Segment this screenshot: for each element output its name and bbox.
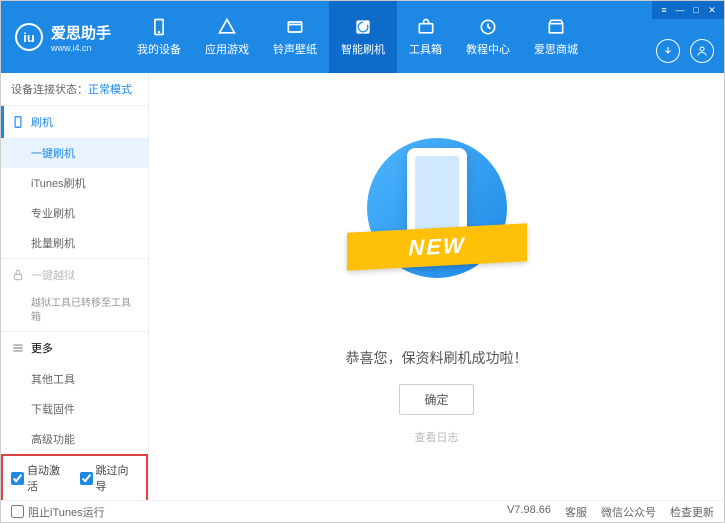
book-icon <box>478 17 498 37</box>
sidebar-section-jailbreak[interactable]: 一键越狱 <box>1 259 148 291</box>
lock-icon <box>11 268 25 282</box>
checkbox-label: 跳过向导 <box>96 462 139 494</box>
footer: 阻止iTunes运行 V7.98.66 客服 微信公众号 检查更新 <box>1 500 724 522</box>
sidebar: 设备连接状态：正常模式 刷机 一键刷机 iTunes刷机 专业刷机 批量刷机 一… <box>1 73 149 500</box>
nav-apps[interactable]: 应用游戏 <box>193 1 261 73</box>
sidebar-item-advanced[interactable]: 高级功能 <box>1 424 148 454</box>
view-log-link[interactable]: 查看日志 <box>415 429 459 445</box>
download-icon <box>662 45 674 57</box>
sidebar-item-itunes-flash[interactable]: iTunes刷机 <box>1 168 148 198</box>
nav-label: 应用游戏 <box>205 41 249 57</box>
logo-icon: iu <box>15 23 43 51</box>
ok-button[interactable]: 确定 <box>399 384 473 415</box>
app-header: iu 爱思助手 www.i4.cn 我的设备 应用游戏 铃声壁纸 智能刷机 工具… <box>1 1 724 73</box>
nav-toolbox[interactable]: 工具箱 <box>397 1 454 73</box>
version-label: V7.98.66 <box>507 504 551 520</box>
folder-icon <box>285 17 305 37</box>
sidebar-item-pro-flash[interactable]: 专业刷机 <box>1 198 148 228</box>
main-content: NEW 恭喜您，保资料刷机成功啦！ 确定 查看日志 <box>149 73 724 500</box>
nav-label: 工具箱 <box>409 41 442 57</box>
section-title: 刷机 <box>31 114 53 130</box>
checkbox-label: 自动激活 <box>27 462 70 494</box>
header-actions <box>656 39 714 63</box>
nav-label: 铃声壁纸 <box>273 41 317 57</box>
nav-tutorials[interactable]: 教程中心 <box>454 1 522 73</box>
nav-label: 教程中心 <box>466 41 510 57</box>
status-label: 设备连接状态： <box>11 84 88 96</box>
success-illustration: NEW <box>357 128 517 328</box>
new-banner: NEW <box>347 223 527 270</box>
menu-icon[interactable]: ≡ <box>656 3 672 17</box>
sidebar-section-more[interactable]: 更多 <box>1 332 148 364</box>
nav-label: 我的设备 <box>137 41 181 57</box>
status-value: 正常模式 <box>88 84 132 96</box>
close-icon[interactable]: ✕ <box>704 3 720 17</box>
refresh-icon <box>353 17 373 37</box>
success-message: 恭喜您，保资料刷机成功啦！ <box>346 348 528 368</box>
checkbox-label: 阻止iTunes运行 <box>28 504 105 520</box>
sidebar-item-download-fw[interactable]: 下载固件 <box>1 394 148 424</box>
jailbreak-note: 越狱工具已转移至工具箱 <box>1 291 148 331</box>
auto-activate-checkbox[interactable]: 自动激活 <box>11 462 70 494</box>
store-icon <box>546 17 566 37</box>
sidebar-item-batch-flash[interactable]: 批量刷机 <box>1 228 148 258</box>
block-itunes-checkbox[interactable]: 阻止iTunes运行 <box>11 504 105 520</box>
main-nav: 我的设备 应用游戏 铃声壁纸 智能刷机 工具箱 教程中心 爱思商城 <box>125 1 590 73</box>
sidebar-item-oneclick-flash[interactable]: 一键刷机 <box>1 138 148 168</box>
logo: iu 爱思助手 www.i4.cn <box>1 22 125 53</box>
minimize-icon[interactable]: — <box>672 3 688 17</box>
app-title: 爱思助手 <box>51 22 111 43</box>
user-button[interactable] <box>690 39 714 63</box>
phone-icon <box>11 115 25 129</box>
nav-store[interactable]: 爱思商城 <box>522 1 590 73</box>
device-icon <box>149 17 169 37</box>
nav-label: 智能刷机 <box>341 41 385 57</box>
window-controls: ≡ — □ ✕ <box>652 1 724 19</box>
section-title: 更多 <box>31 340 53 356</box>
support-link[interactable]: 客服 <box>565 504 587 520</box>
nav-my-device[interactable]: 我的设备 <box>125 1 193 73</box>
options-row: 自动激活 跳过向导 <box>1 454 148 500</box>
toolbox-icon <box>416 17 436 37</box>
app-url: www.i4.cn <box>51 43 111 53</box>
section-title: 一键越狱 <box>31 267 75 283</box>
maximize-icon[interactable]: □ <box>688 3 704 17</box>
more-icon <box>11 341 25 355</box>
wechat-link[interactable]: 微信公众号 <box>601 504 656 520</box>
sidebar-item-other-tools[interactable]: 其他工具 <box>1 364 148 394</box>
nav-ringtones[interactable]: 铃声壁纸 <box>261 1 329 73</box>
sidebar-section-flash[interactable]: 刷机 <box>1 106 148 138</box>
nav-label: 爱思商城 <box>534 41 578 57</box>
skip-guide-checkbox[interactable]: 跳过向导 <box>80 462 139 494</box>
check-update-link[interactable]: 检查更新 <box>670 504 714 520</box>
download-button[interactable] <box>656 39 680 63</box>
nav-smart-flash[interactable]: 智能刷机 <box>329 1 397 73</box>
connection-status: 设备连接状态：正常模式 <box>1 73 148 105</box>
apps-icon <box>217 17 237 37</box>
user-icon <box>696 45 708 57</box>
